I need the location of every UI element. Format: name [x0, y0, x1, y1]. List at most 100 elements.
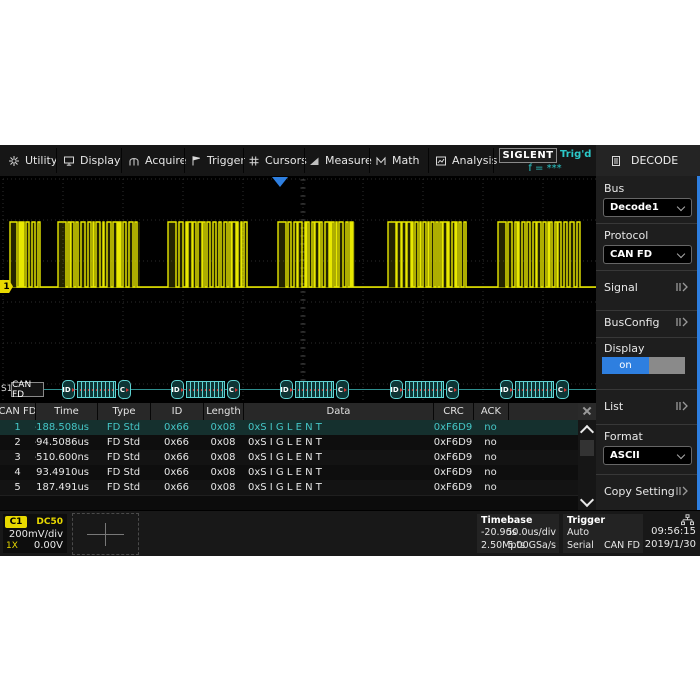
- cell-type: FD Std: [97, 435, 150, 450]
- cell-data: 0xS I G L E N T: [243, 435, 433, 450]
- bus-select[interactable]: Decode1: [603, 198, 692, 217]
- cell-time: -188.508us: [35, 420, 97, 435]
- decode-protocol-badge[interactable]: CAN FD: [11, 382, 44, 397]
- table-row[interactable]: 1-188.508usFD Std0x660x080xS I G L E N T…: [0, 420, 578, 436]
- menu-item-acquire[interactable]: Acquire: [128, 145, 186, 176]
- oscilloscope-screen: UtilityDisplayAcquireTriggerCursorsMeasu…: [0, 145, 700, 555]
- display-icon: [63, 155, 75, 167]
- format-label: Format: [604, 430, 643, 443]
- menu-item-trigger[interactable]: Trigger: [190, 145, 245, 176]
- measure-icon: [308, 155, 320, 167]
- decode-settings-sidebar: Bus Decode1 Protocol CAN FD Signal BusCo…: [596, 176, 700, 510]
- cell-type: FD Std: [97, 465, 150, 480]
- cell-length: 0x08: [203, 450, 243, 465]
- trigger-descriptor[interactable]: Trigger Auto Serial CAN FD: [563, 514, 643, 553]
- menu-item-label: Acquire: [145, 154, 186, 167]
- decode-frame-data-bits: [405, 381, 444, 398]
- cell-ack: no: [473, 465, 508, 480]
- table-row[interactable]: 493.4910usFD Std0x660x080xS I G L E N T0…: [0, 465, 578, 481]
- channel1-descriptor[interactable]: C1 DC50 200mV/div 1X 0.00V: [3, 514, 67, 553]
- cell-num: 1: [0, 420, 35, 435]
- acquire-icon: [128, 155, 140, 167]
- close-icon[interactable]: [578, 403, 596, 420]
- decode-bus-row: S1 CAN FD IDCIDCIDCIDCIDC: [0, 376, 596, 403]
- submenu-arrow-icon: [675, 401, 689, 411]
- chevron-down-icon: [677, 203, 685, 211]
- menu-item-display[interactable]: Display: [63, 145, 121, 176]
- column-header-data: Data: [243, 403, 433, 420]
- menu-item-label: Trigger: [207, 154, 245, 167]
- decode-frame-id-bubble: ID: [500, 380, 513, 399]
- table-row[interactable]: 3-510.600nsFD Std0x660x080xS I G L E N T…: [0, 450, 578, 466]
- decode-frame-id-bubble: ID: [280, 380, 293, 399]
- menu-item-label: Utility: [25, 154, 57, 167]
- network-icon[interactable]: [680, 514, 695, 526]
- column-header-type: Type: [97, 403, 150, 420]
- waveform-area: 1: [0, 176, 596, 403]
- add-channel-button[interactable]: [72, 513, 139, 555]
- decode-frame-data-bits: [186, 381, 225, 398]
- cell-ack: no: [473, 450, 508, 465]
- menu-item-math[interactable]: Math: [375, 145, 420, 176]
- decode-frame-crc-bubble: C: [336, 380, 349, 399]
- time-readout: 09:56:15: [651, 526, 696, 537]
- toggle-off[interactable]: [649, 357, 685, 374]
- scrollbar-thumb[interactable]: [580, 440, 594, 456]
- signal-menu-item[interactable]: Signal: [596, 275, 697, 299]
- copy-setting-label: Copy Setting: [604, 485, 675, 498]
- cell-data: 0xS I G L E N T: [243, 480, 433, 495]
- cell-ack: no: [473, 480, 508, 495]
- cell-id: 0x66: [150, 435, 203, 450]
- chevron-down-icon: [677, 250, 685, 258]
- flag-icon: [190, 155, 202, 167]
- menu-item-cursors[interactable]: Cursors: [248, 145, 307, 176]
- menu-item-measure[interactable]: Measure: [308, 145, 372, 176]
- bus-select-value: Decode1: [610, 202, 659, 213]
- table-row[interactable]: 5187.491usFD Std0x660x080xS I G L E N T0…: [0, 480, 578, 496]
- cell-type: FD Std: [97, 420, 150, 435]
- cell-ack: no: [473, 420, 508, 435]
- menu-item-analysis[interactable]: Analysis: [435, 145, 497, 176]
- frequency-readout: f = ***: [497, 163, 593, 174]
- protocol-select[interactable]: CAN FD: [603, 245, 692, 264]
- trigger-source: CAN FD: [604, 540, 640, 551]
- list-label: List: [604, 400, 623, 413]
- bus-label: Bus: [604, 182, 624, 195]
- table-header-row: CAN FDTimeTypeIDLengthDataCRCACK: [0, 403, 578, 420]
- menu-item-utility[interactable]: Utility: [8, 145, 57, 176]
- list-menu-item[interactable]: List: [596, 394, 697, 418]
- cell-crc: 0xF6D9: [433, 435, 473, 450]
- cell-ack: no: [473, 435, 508, 450]
- decode-frame-data-bits: [515, 381, 554, 398]
- page: { "colors":{ "accent_blue":"#2e7fe0","ch…: [0, 0, 700, 700]
- submenu-arrow-icon: [675, 317, 689, 327]
- trigger-title: Trigger: [567, 515, 605, 526]
- toggle-on[interactable]: on: [602, 357, 649, 374]
- cell-crc: 0xF6D9: [433, 450, 473, 465]
- table-scrollbar: [578, 403, 596, 510]
- busconfig-menu-item[interactable]: BusConfig: [596, 310, 697, 334]
- display-on-off-toggle[interactable]: on: [602, 357, 685, 374]
- cell-type: FD Std: [97, 480, 150, 495]
- cell-length: 0x08: [203, 480, 243, 495]
- decode-frame-crc-bubble: C: [446, 380, 459, 399]
- menu-item-label: Display: [80, 154, 121, 167]
- column-header-id: ID: [150, 403, 203, 420]
- scroll-up-icon[interactable]: [580, 425, 594, 439]
- cell-id: 0x66: [150, 420, 203, 435]
- format-select[interactable]: ASCII: [603, 446, 692, 465]
- copy-setting-menu-item[interactable]: Copy Setting: [596, 479, 697, 503]
- scroll-down-icon[interactable]: [580, 493, 594, 507]
- cell-data: 0xS I G L E N T: [243, 420, 433, 435]
- signal-label: Signal: [604, 281, 638, 294]
- channel1-coupling: DC50: [36, 517, 63, 527]
- date-readout: 2019/1/30: [645, 539, 696, 550]
- cell-id: 0x66: [150, 480, 203, 495]
- table-row[interactable]: 2-94.5086usFD Std0x660x080xS I G L E N T…: [0, 435, 578, 451]
- trigger-position-marker[interactable]: [272, 177, 288, 187]
- timebase-scale: 50.0us/div: [506, 527, 556, 538]
- menu-item-label: Math: [392, 154, 420, 167]
- plus-icon: [105, 523, 106, 546]
- timebase-descriptor[interactable]: Timebase -20.9us 50.0us/div 2.50Mpts 5.0…: [477, 514, 559, 553]
- decode-frame-id-bubble: ID: [171, 380, 184, 399]
